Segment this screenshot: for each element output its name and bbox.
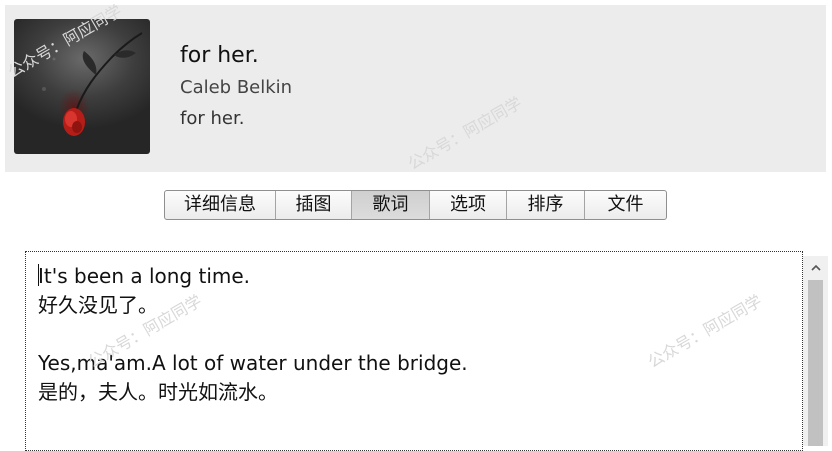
lyrics-line: 是的，夫人。时光如流水。 [38, 380, 278, 404]
song-title: for her. [180, 43, 259, 68]
lyrics-line [38, 320, 778, 349]
album-artwork [14, 19, 150, 154]
rose-artwork [42, 32, 143, 136]
song-album: for her. [180, 108, 245, 129]
tab-artwork[interactable]: 插图 [275, 191, 351, 219]
lyrics-line: It's been a long time. [38, 264, 251, 288]
lyrics-line: 好久没见了。 [38, 293, 158, 317]
scrollbar-thumb[interactable] [808, 280, 823, 446]
scroll-up-button[interactable] [803, 256, 828, 278]
tab-sorting[interactable]: 排序 [506, 191, 584, 219]
tab-lyrics[interactable]: 歌词 [351, 191, 429, 219]
lyrics-text: It's been a long time. 好久没见了。 Yes,ma'am.… [38, 262, 778, 407]
tab-details[interactable]: 详细信息 [165, 191, 275, 219]
tab-options[interactable]: 选项 [429, 191, 506, 219]
tab-file[interactable]: 文件 [584, 191, 666, 219]
info-tab-bar: 详细信息 插图 歌词 选项 排序 文件 [164, 190, 667, 220]
lyrics-scrollbar[interactable] [803, 256, 828, 446]
song-artist: Caleb Belkin [180, 77, 293, 98]
lyrics-editor[interactable]: It's been a long time. 好久没见了。 Yes,ma'am.… [25, 251, 803, 451]
lyrics-line: Yes,ma'am.A lot of water under the bridg… [38, 351, 468, 375]
chevron-up-icon [810, 264, 821, 271]
